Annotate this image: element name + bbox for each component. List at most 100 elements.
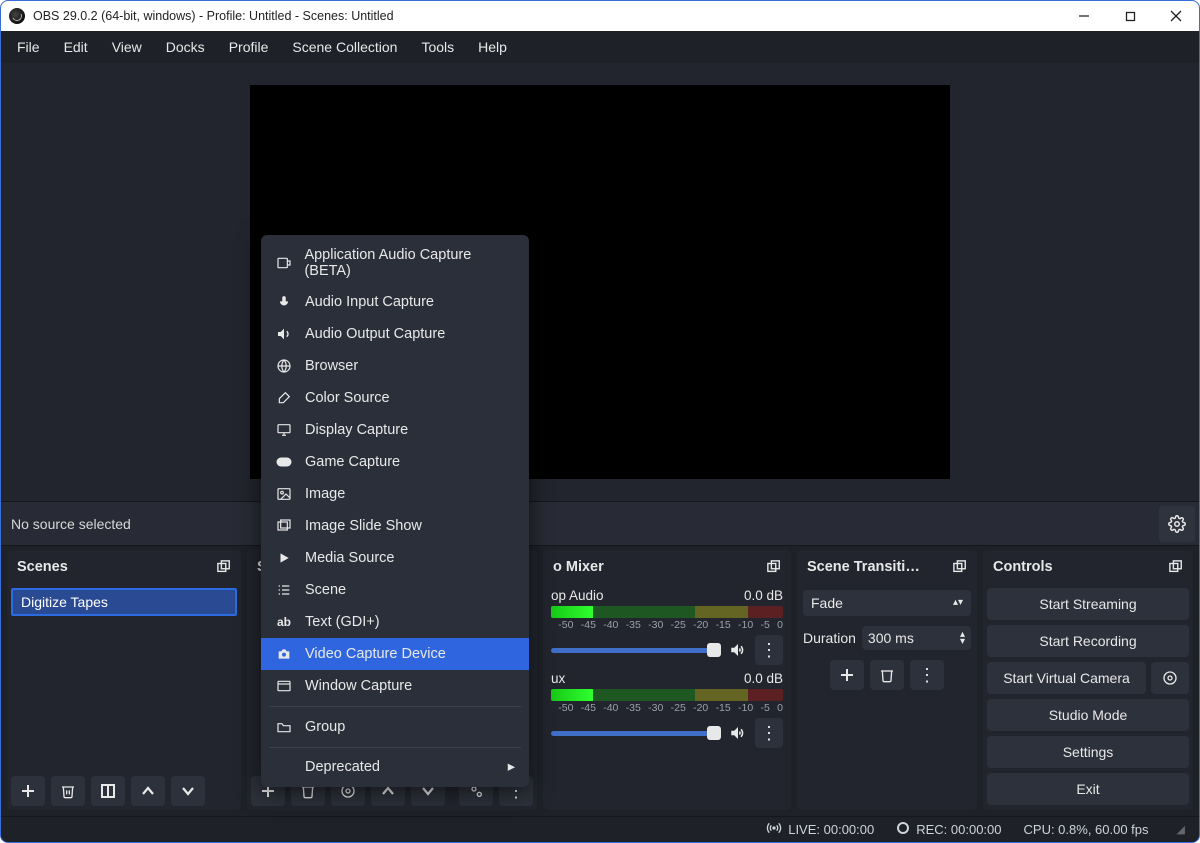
mixer-popout-icon[interactable] — [765, 558, 783, 576]
scene-add-button[interactable] — [11, 776, 45, 806]
mic-icon — [275, 293, 293, 311]
monitor-icon — [275, 421, 293, 439]
app-audio-icon — [275, 254, 292, 272]
menu-docks[interactable]: Docks — [154, 33, 217, 61]
menu-profile[interactable]: Profile — [217, 33, 281, 61]
resize-grip-icon[interactable]: ◢ — [1177, 823, 1185, 836]
scenes-popout-icon[interactable] — [215, 558, 233, 576]
studio-mode-button[interactable]: Studio Mode — [987, 699, 1189, 731]
text-icon: ab — [275, 613, 293, 631]
preview-area[interactable] — [1, 63, 1199, 501]
audio-meter — [551, 606, 783, 618]
scene-remove-button[interactable] — [51, 776, 85, 806]
transition-remove-button[interactable] — [870, 660, 904, 690]
window-title: OBS 29.0.2 (64-bit, windows) - Profile: … — [33, 9, 1061, 23]
channel-menu-button[interactable]: ⋮ — [755, 718, 783, 748]
transition-select[interactable]: Fade ▴▾ — [803, 590, 971, 616]
cpu-status: CPU: 0.8%, 60.00 fps — [1024, 822, 1149, 837]
record-icon — [896, 821, 910, 838]
volume-slider[interactable] — [551, 648, 721, 653]
globe-icon — [275, 357, 293, 375]
ctx-video-capture-device[interactable]: Video Capture Device — [261, 638, 529, 670]
source-context-bar: No source selected — [1, 501, 1199, 546]
mixer-title: o Mixer — [553, 559, 604, 575]
ctx-text-gdi[interactable]: abText (GDI+) — [261, 606, 529, 638]
ctx-image-slide-show[interactable]: Image Slide Show — [261, 510, 529, 542]
menu-edit[interactable]: Edit — [52, 33, 100, 61]
duration-value: 300 ms — [868, 630, 914, 646]
transitions-title: Scene Transiti… — [807, 559, 920, 575]
ctx-audio-input-capture[interactable]: Audio Input Capture — [261, 286, 529, 318]
channel-menu-button[interactable]: ⋮ — [755, 635, 783, 665]
transitions-popout-icon[interactable] — [951, 558, 969, 576]
maximize-button[interactable] — [1107, 1, 1153, 31]
exit-button[interactable]: Exit — [987, 773, 1189, 805]
ctx-app-audio-capture[interactable]: Application Audio Capture (BETA) — [261, 240, 529, 286]
duration-spinner[interactable]: 300 ms ▴▾ — [862, 626, 971, 650]
rec-status: REC: 00:00:00 — [916, 822, 1001, 837]
virtual-camera-settings-button[interactable] — [1151, 662, 1189, 694]
volume-slider[interactable] — [551, 731, 721, 736]
app-window: OBS 29.0.2 (64-bit, windows) - Profile: … — [0, 0, 1200, 843]
meter-ticks: -50-45-40-35-30-25-20-15-10-50 — [551, 619, 783, 631]
list-icon — [275, 581, 293, 599]
settings-button[interactable]: Settings — [987, 736, 1189, 768]
close-button[interactable] — [1153, 1, 1199, 31]
brush-icon — [275, 389, 293, 407]
menu-tools[interactable]: Tools — [409, 33, 466, 61]
ctx-browser[interactable]: Browser — [261, 350, 529, 382]
transition-current: Fade — [811, 595, 843, 611]
meter-ticks: -50-45-40-35-30-25-20-15-10-50 — [551, 702, 783, 714]
scene-move-up-button[interactable] — [131, 776, 165, 806]
ctx-game-capture[interactable]: Game Capture — [261, 446, 529, 478]
transition-menu-button[interactable]: ⋮ — [910, 660, 944, 690]
menu-view[interactable]: View — [100, 33, 154, 61]
menu-file[interactable]: File — [5, 33, 52, 61]
audio-mixer-dock: o Mixer op Audio 0.0 dB -50-45-40-35-30-2… — [543, 550, 791, 810]
ctx-display-capture[interactable]: Display Capture — [261, 414, 529, 446]
start-recording-button[interactable]: Start Recording — [987, 625, 1189, 657]
transition-add-button[interactable] — [830, 660, 864, 690]
play-icon — [275, 549, 293, 567]
volume-icon[interactable] — [729, 641, 747, 659]
source-properties-gear-button[interactable] — [1159, 506, 1195, 542]
mixer-channel: op Audio 0.0 dB -50-45-40-35-30-25-20-15-… — [551, 588, 783, 665]
camera-icon — [275, 645, 293, 663]
ctx-media-source[interactable]: Media Source — [261, 542, 529, 574]
folder-icon — [275, 718, 293, 736]
gamepad-icon — [275, 453, 293, 471]
ctx-group[interactable]: Group — [261, 711, 529, 743]
scenes-title: Scenes — [17, 559, 68, 575]
ctx-audio-output-capture[interactable]: Audio Output Capture — [261, 318, 529, 350]
scene-item[interactable]: Digitize Tapes — [11, 588, 237, 616]
start-virtual-camera-button[interactable]: Start Virtual Camera — [987, 662, 1146, 694]
chevron-updown-icon: ▴▾ — [960, 631, 965, 645]
ctx-color-source[interactable]: Color Source — [261, 382, 529, 414]
ctx-deprecated-submenu[interactable]: Deprecated▸ — [261, 752, 529, 782]
volume-icon[interactable] — [729, 724, 747, 742]
obs-logo-icon — [9, 8, 25, 24]
image-icon — [275, 485, 293, 503]
controls-popout-icon[interactable] — [1167, 558, 1185, 576]
ctx-window-capture[interactable]: Window Capture — [261, 670, 529, 702]
controls-title: Controls — [993, 559, 1053, 575]
statusbar: LIVE: 00:00:00 REC: 00:00:00 CPU: 0.8%, … — [1, 816, 1199, 842]
minimize-button[interactable] — [1061, 1, 1107, 31]
scene-move-down-button[interactable] — [171, 776, 205, 806]
chevron-right-icon: ▸ — [508, 759, 515, 775]
menu-help[interactable]: Help — [466, 33, 519, 61]
channel-name: op Audio — [551, 588, 604, 603]
titlebar: OBS 29.0.2 (64-bit, windows) - Profile: … — [1, 1, 1199, 31]
no-source-label: No source selected — [11, 516, 131, 532]
window-icon — [275, 677, 293, 695]
slideshow-icon — [275, 517, 293, 535]
speaker-icon — [275, 325, 293, 343]
ctx-scene[interactable]: Scene — [261, 574, 529, 606]
start-streaming-button[interactable]: Start Streaming — [987, 588, 1189, 620]
channel-db: 0.0 dB — [744, 588, 783, 603]
menu-scene-collection[interactable]: Scene Collection — [280, 33, 409, 61]
scene-filter-button[interactable] — [91, 776, 125, 806]
ctx-image[interactable]: Image — [261, 478, 529, 510]
duration-label: Duration — [803, 630, 856, 646]
chevron-updown-icon: ▴▾ — [953, 599, 963, 607]
